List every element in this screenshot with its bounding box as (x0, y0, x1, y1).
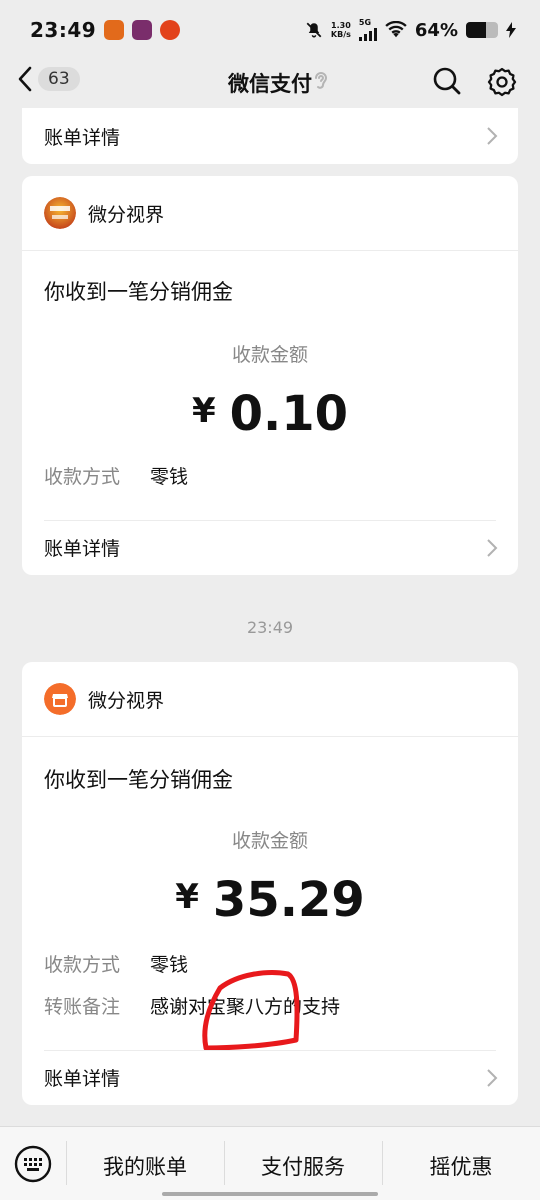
notification-app-icon (132, 20, 153, 40)
payment-method-value: 零钱 (150, 466, 189, 488)
chevron-left-icon (18, 66, 32, 92)
bill-detail-label: 账单详情 (44, 126, 121, 149)
notice-title: 你收到一笔分销佣金 (44, 768, 233, 792)
payment-method-value: 零钱 (150, 954, 189, 976)
chevron-right-icon (487, 127, 498, 145)
bill-detail-link[interactable]: 账单详情 (22, 1050, 518, 1105)
merchant-header[interactable]: 微分视界 (22, 662, 518, 737)
network-type: 5G (358, 18, 372, 27)
settings-button[interactable] (486, 66, 518, 102)
chevron-right-icon (487, 1069, 498, 1087)
previous-message-card: 账单详情 (22, 108, 518, 164)
bill-detail-label: 账单详情 (44, 538, 121, 560)
amount: ¥35.29 (22, 872, 518, 928)
notification-app-icon (104, 20, 125, 40)
red-scribble-annotation (202, 970, 300, 1051)
battery-fill (466, 22, 487, 38)
payment-notice-card[interactable]: 微分视界 你收到一笔分销佣金 收款金额 ¥0.10 收款方式 零钱 账单详情 (22, 176, 518, 575)
notice-title: 你收到一笔分销佣金 (44, 280, 233, 304)
menu-my-bills[interactable]: 我的账单 (66, 1151, 224, 1181)
bill-detail-link[interactable]: 账单详情 (22, 108, 518, 164)
currency-symbol: ¥ (191, 391, 216, 431)
merchant-name: 微分视界 (88, 203, 165, 226)
amount: ¥0.10 (22, 386, 518, 442)
payment-method-label: 收款方式 (44, 954, 121, 976)
chat-header: 微信支付 63 (0, 60, 540, 108)
net-speed-unit: KB/s (330, 30, 351, 39)
amount-label: 收款金额 (231, 830, 308, 852)
search-button[interactable] (432, 66, 462, 100)
notification-app-icon (160, 20, 181, 40)
bill-detail-link[interactable]: 账单详情 (22, 520, 518, 575)
transfer-remark-label: 转账备注 (44, 996, 121, 1018)
currency-symbol: ¥ (175, 877, 199, 917)
amount-value: 0.10 (229, 386, 349, 442)
merchant-header[interactable]: 微分视界 (22, 176, 518, 251)
signal-icon (358, 27, 377, 41)
menu-shake-deals[interactable]: 摇优惠 (382, 1151, 540, 1181)
merchant-avatar (44, 197, 76, 229)
keyboard-toggle-button[interactable] (14, 1145, 52, 1187)
chevron-right-icon (487, 539, 498, 557)
keyboard-icon (14, 1145, 52, 1183)
back-button[interactable]: 63 (18, 66, 80, 92)
status-time: 23:49 (30, 18, 97, 42)
status-bar: 23:49 1.30 KB/s 5G 64% (0, 0, 540, 60)
amount-value: 35.29 (212, 872, 365, 928)
net-speed: 1.30 KB/s (331, 21, 351, 39)
search-icon (433, 67, 461, 95)
home-indicator[interactable] (162, 1192, 378, 1196)
shop-icon (44, 683, 76, 715)
bill-detail-label: 账单详情 (44, 1068, 121, 1090)
payment-method-label: 收款方式 (44, 466, 121, 488)
unread-count-badge: 63 (38, 67, 80, 91)
merchant-name: 微分视界 (88, 689, 165, 712)
ear-icon (312, 70, 330, 96)
battery-icon (466, 22, 498, 38)
menu-payment-services[interactable]: 支付服务 (224, 1151, 382, 1181)
battery-percent: 64% (414, 19, 458, 41)
payment-notice-card[interactable]: 微分视界 你收到一笔分销佣金 收款金额 ¥35.29 收款方式 零钱 转账备注 … (22, 662, 518, 1105)
bottom-menu-bar: 我的账单 支付服务 摇优惠 (0, 1126, 540, 1200)
gear-icon (487, 67, 517, 97)
mute-icon (306, 22, 322, 38)
amount-label: 收款金额 (231, 344, 308, 366)
charging-icon (506, 22, 516, 38)
net-speed-value: 1.30 (331, 21, 351, 30)
wifi-icon (385, 21, 407, 38)
message-timestamp: 23:49 (246, 618, 294, 637)
chat-title: 微信支付 (228, 72, 312, 96)
